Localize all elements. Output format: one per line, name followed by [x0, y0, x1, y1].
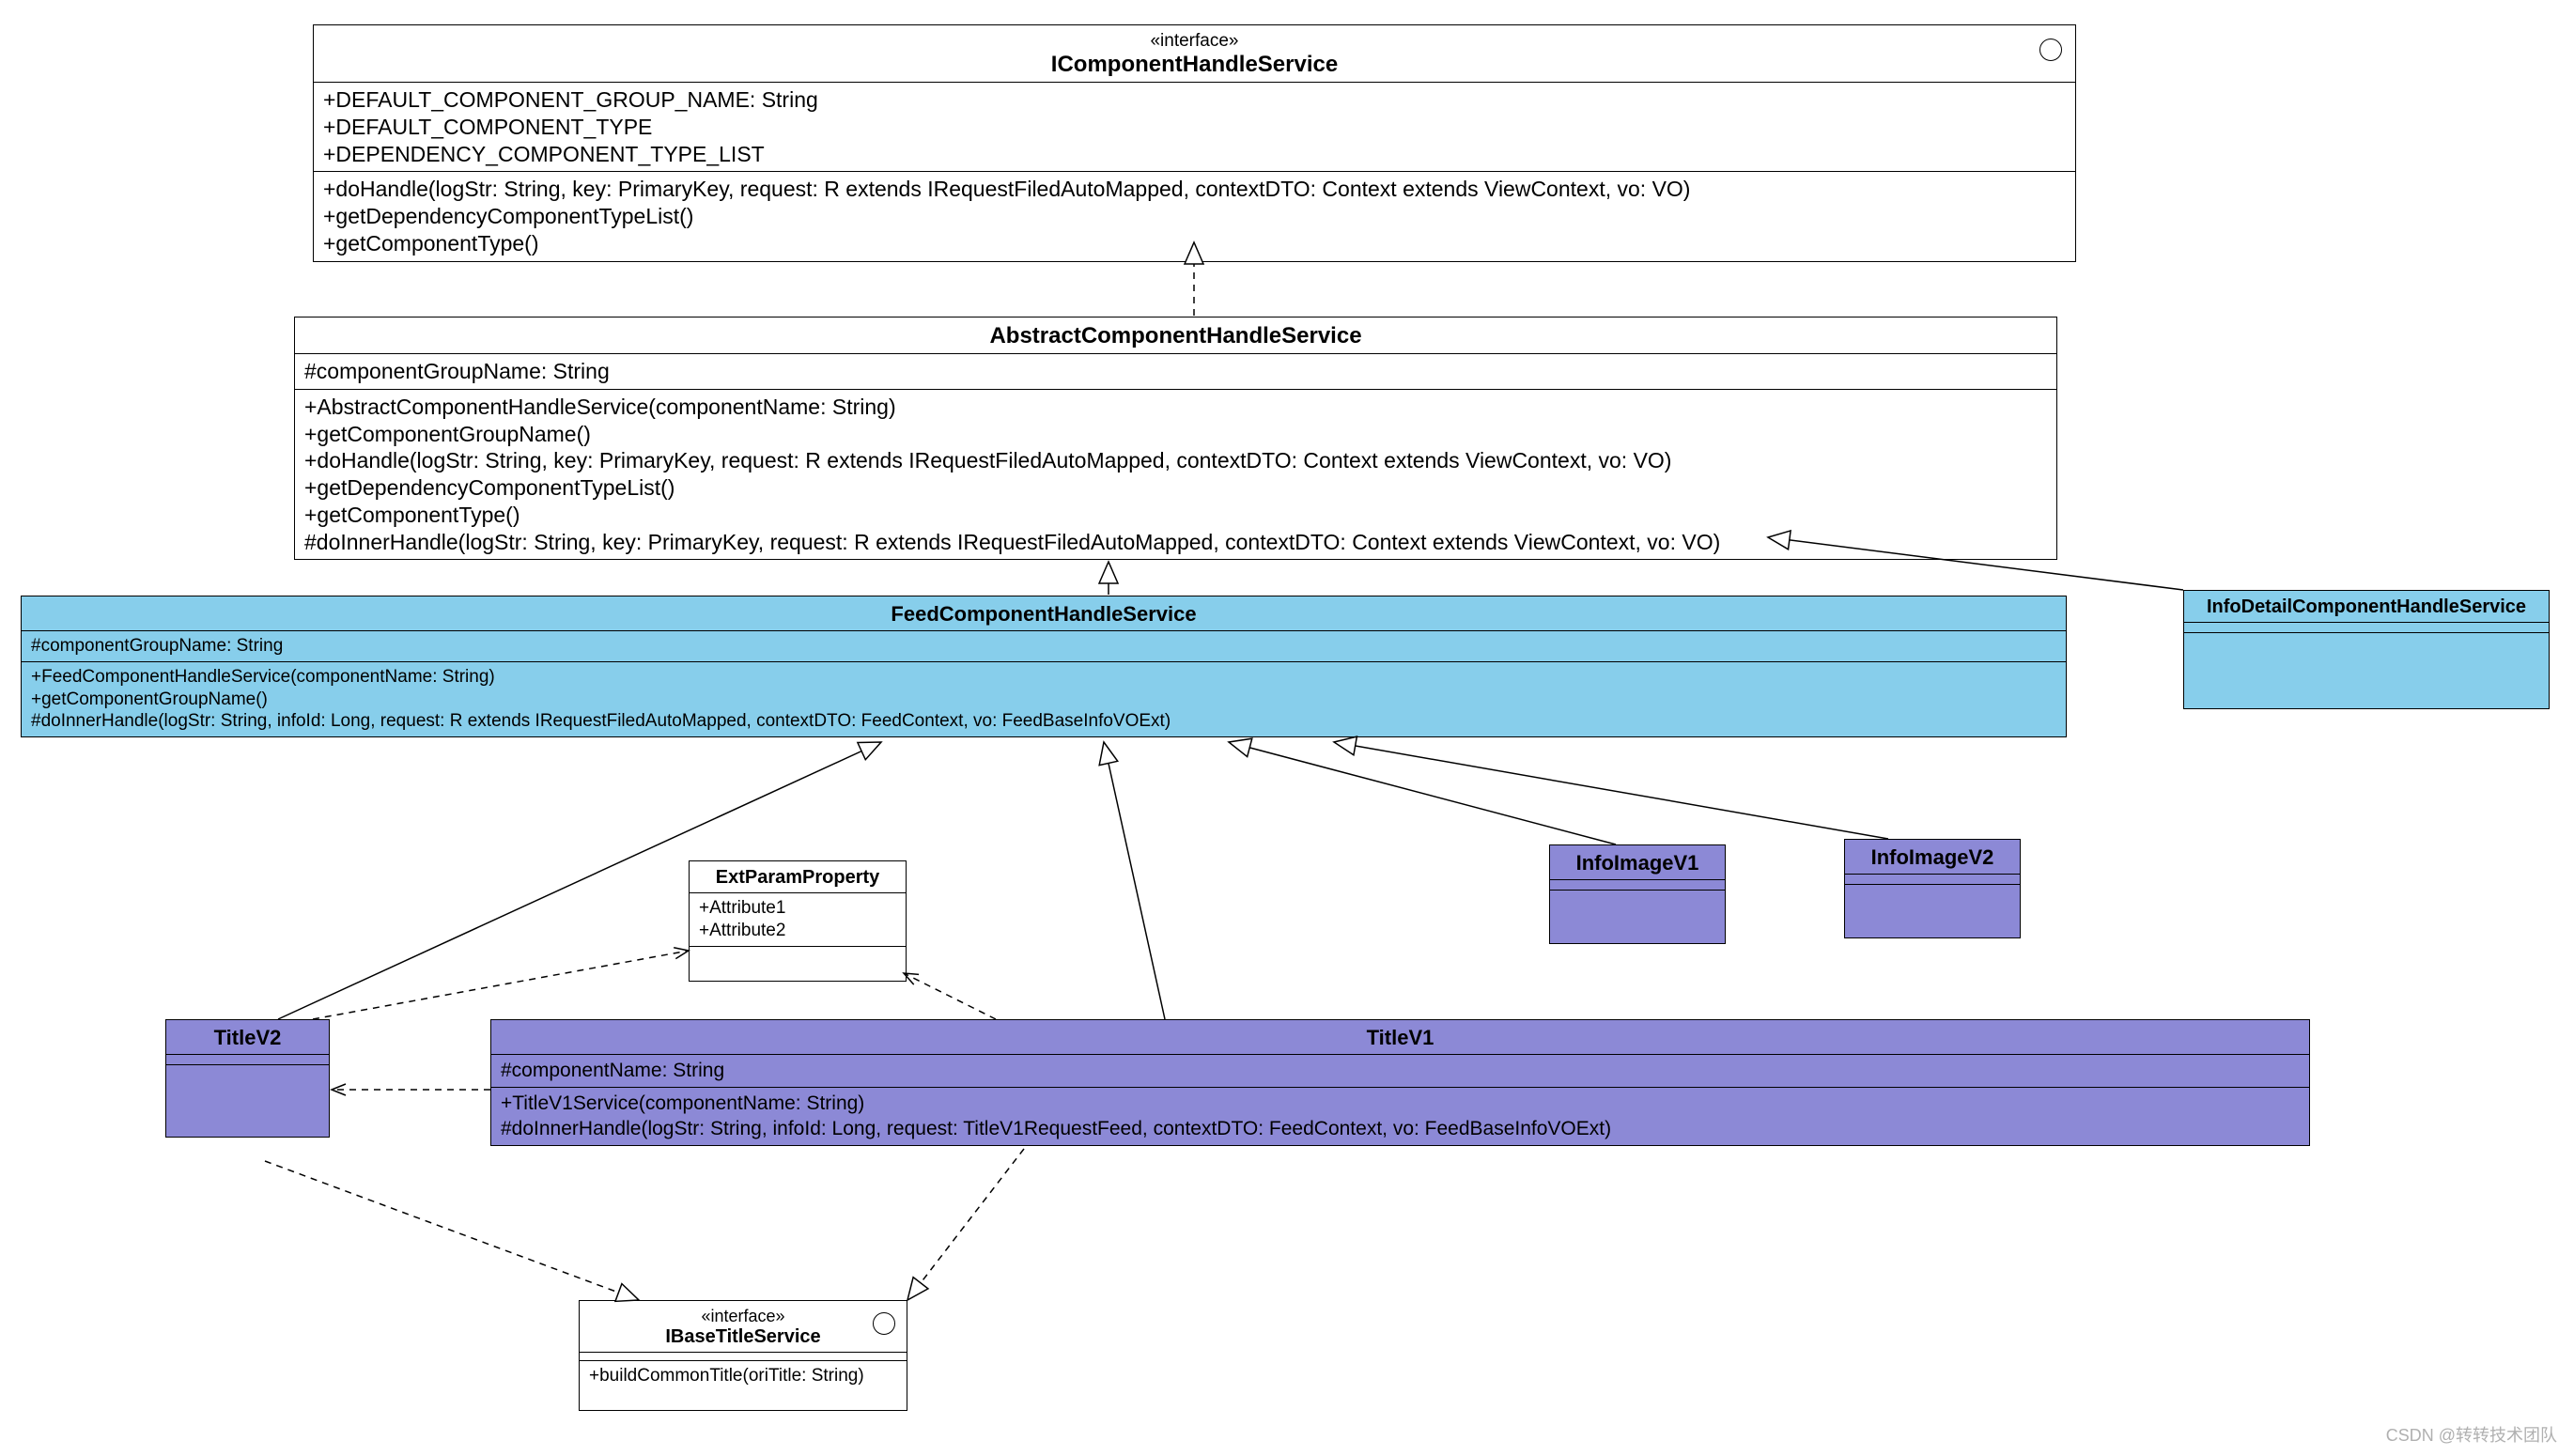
class-name: InfoImageV1 — [1550, 845, 1725, 879]
class-name: InfoDetailComponentHandleService — [2184, 591, 2549, 622]
class-name: AbstractComponentHandleService — [295, 318, 2056, 353]
interface-decorator-icon — [873, 1312, 895, 1335]
class-InfoDetailComponentHandleService: InfoDetailComponentHandleService — [2183, 590, 2550, 709]
class-InfoImageV1: InfoImageV1 — [1549, 844, 1726, 944]
class-IBaseTitleService: «interface» IBaseTitleService +buildComm… — [579, 1300, 907, 1411]
operations: +TitleV1Service(componentName: String) #… — [491, 1088, 2309, 1145]
attributes: +DEFAULT_COMPONENT_GROUP_NAME: String +D… — [314, 83, 2075, 171]
class-IComponentHandleService: «interface» IComponentHandleService +DEF… — [313, 24, 2076, 262]
attributes: +Attribute1 +Attribute2 — [690, 893, 906, 946]
class-name: IBaseTitleService — [589, 1326, 897, 1348]
stereotype: «interface» — [589, 1307, 897, 1326]
interface-decorator-icon — [2039, 39, 2062, 61]
class-name: FeedComponentHandleService — [22, 596, 2066, 630]
class-ExtParamProperty: ExtParamProperty +Attribute1 +Attribute2 — [689, 860, 907, 982]
class-name: TitleV1 — [491, 1020, 2309, 1054]
attributes: #componentGroupName: String — [22, 631, 2066, 661]
class-name: IComponentHandleService — [323, 52, 2066, 78]
uml-canvas: «interface» IComponentHandleService +DEF… — [0, 0, 2574, 1456]
class-name: InfoImageV2 — [1845, 840, 2020, 874]
watermark-text: CSDN @转转技术团队 — [2386, 1422, 2557, 1447]
class-TitleV1: TitleV1 #componentName: String +TitleV1S… — [490, 1019, 2310, 1146]
class-name: ExtParamProperty — [690, 861, 906, 892]
attributes: #componentName: String — [491, 1055, 2309, 1087]
class-name: TitleV2 — [166, 1020, 329, 1054]
operations: +buildCommonTitle(oriTitle: String) — [580, 1361, 907, 1391]
operations: +doHandle(logStr: String, key: PrimaryKe… — [314, 172, 2075, 260]
stereotype: «interface» — [323, 31, 2066, 52]
attributes: #componentGroupName: String — [295, 354, 2056, 389]
operations: +FeedComponentHandleService(componentNam… — [22, 662, 2066, 736]
class-InfoImageV2: InfoImageV2 — [1844, 839, 2021, 938]
class-FeedComponentHandleService: FeedComponentHandleService #componentGro… — [21, 596, 2067, 737]
operations: +AbstractComponentHandleService(componen… — [295, 390, 2056, 560]
class-AbstractComponentHandleService: AbstractComponentHandleService #componen… — [294, 317, 2057, 560]
class-TitleV2: TitleV2 — [165, 1019, 330, 1138]
